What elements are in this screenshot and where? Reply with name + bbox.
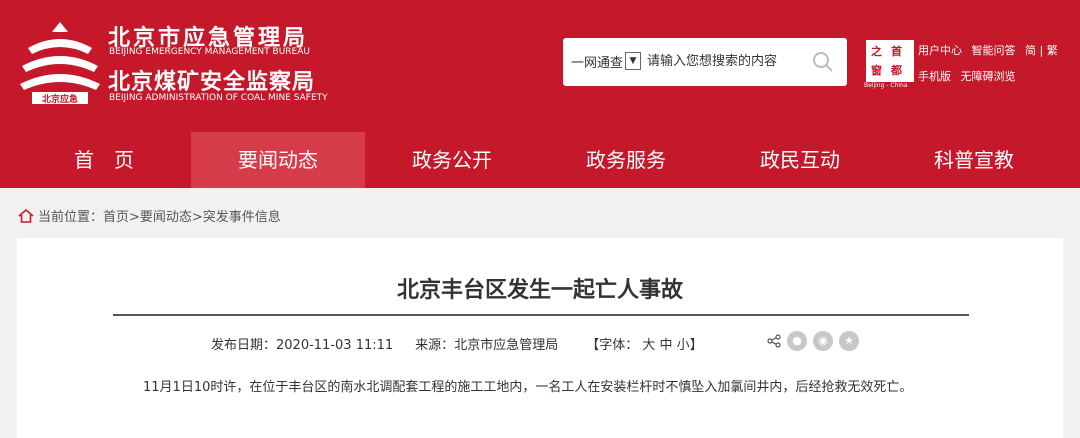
favorite-icon[interactable]: ★ [839,331,859,351]
top-links: 用户中心 智能问答 简 | 繁 [918,42,1064,58]
mobile-version-link[interactable]: 手机版 [918,70,951,83]
article-meta: 发布日期：2020-11-03 11:11 来源：北京市应急管理局 【字体： 大 中… [211,334,703,353]
font-size-close: 】 [689,338,703,353]
search-box: 一网通查 ▼ [563,38,847,86]
share-icon[interactable] [767,334,781,348]
nav-item-science-education[interactable]: 科普宣教 [887,132,1061,188]
article-title: 北京丰台区发生一起亡人事故 [396,278,683,303]
font-size-medium-button[interactable]: 中 [660,338,673,353]
home-icon [18,208,34,223]
nav-item-government-affairs[interactable]: 政务公开 [365,132,539,188]
org-name-en-secondary: BEIJING ADMINISTRATION OF COAL MINE SAFE… [109,93,328,103]
capital-window-badge: 之 首 窗 都 [866,40,914,82]
breadcrumb-label: 当前位置： [38,210,104,225]
date-label: 发布日期： [211,338,277,353]
title-divider [113,314,969,316]
svg-text:北京应急: 北京应急 [42,93,78,105]
publish-date: 2020-11-03 11:11 [276,338,394,353]
weibo-icon[interactable]: ◉ [813,331,833,351]
org-name-en: BEIJING EMERGENCY MANAGEMENT BUREAU [109,47,310,57]
article-card: 北京丰台区发生一起亡人事故 发布日期：2020-11-03 11:11 来源：北京… [17,238,1063,438]
user-center-link[interactable]: 用户中心 [918,44,962,57]
breadcrumb-path[interactable]: 首页>要闻动态>突发事件信息 [103,210,281,225]
font-size-large-button[interactable]: 大 [642,338,655,353]
wechat-icon[interactable]: ● [787,331,807,351]
nav-item-services[interactable]: 政务服务 [539,132,713,188]
font-size-label: 【字体： [586,338,639,353]
search-input[interactable] [647,50,807,72]
search-icon[interactable] [811,50,835,74]
article-body: 11月1日10时许，在位于丰台区的南水北调配套工程的施工工地内，一名工人在安装栏… [143,380,913,395]
search-scope-select[interactable]: 一网通查 [571,52,623,71]
font-size-small-button[interactable]: 小 [677,338,690,353]
article-source: 北京市应急管理局 [454,338,559,353]
language-switch-link[interactable]: 简 | 繁 [1025,44,1058,57]
nav-item-home[interactable]: 首 页 [17,132,191,188]
beijing-emergency-logo[interactable]: 北京应急 [18,18,102,108]
site-header: 北京应急 北京市应急管理局 BEIJING EMERGENCY MANAGEME… [0,0,1080,132]
org-name-cn-secondary: 北京煤矿安全监察局 [108,70,316,95]
capital-window-subtitle: Beijing - China [864,82,908,89]
accessibility-link[interactable]: 无障碍浏览 [961,70,1016,83]
capital-window-logo[interactable]: 之 首 窗 都 Beijing - China [864,40,914,90]
nav-item-interaction[interactable]: 政民互动 [713,132,887,188]
chevron-down-icon[interactable]: ▼ [625,52,641,70]
smart-qa-link[interactable]: 智能问答 [972,44,1016,57]
top-links-secondary: 手机版 无障碍浏览 [918,68,1022,84]
main-nav: 首 页 要闻动态 政务公开 政务服务 政民互动 科普宣教 [0,132,1080,188]
source-label: 来源： [415,338,455,353]
breadcrumb: 当前位置：首页>要闻动态>突发事件信息 [18,206,281,225]
nav-item-news[interactable]: 要闻动态 [191,132,365,188]
